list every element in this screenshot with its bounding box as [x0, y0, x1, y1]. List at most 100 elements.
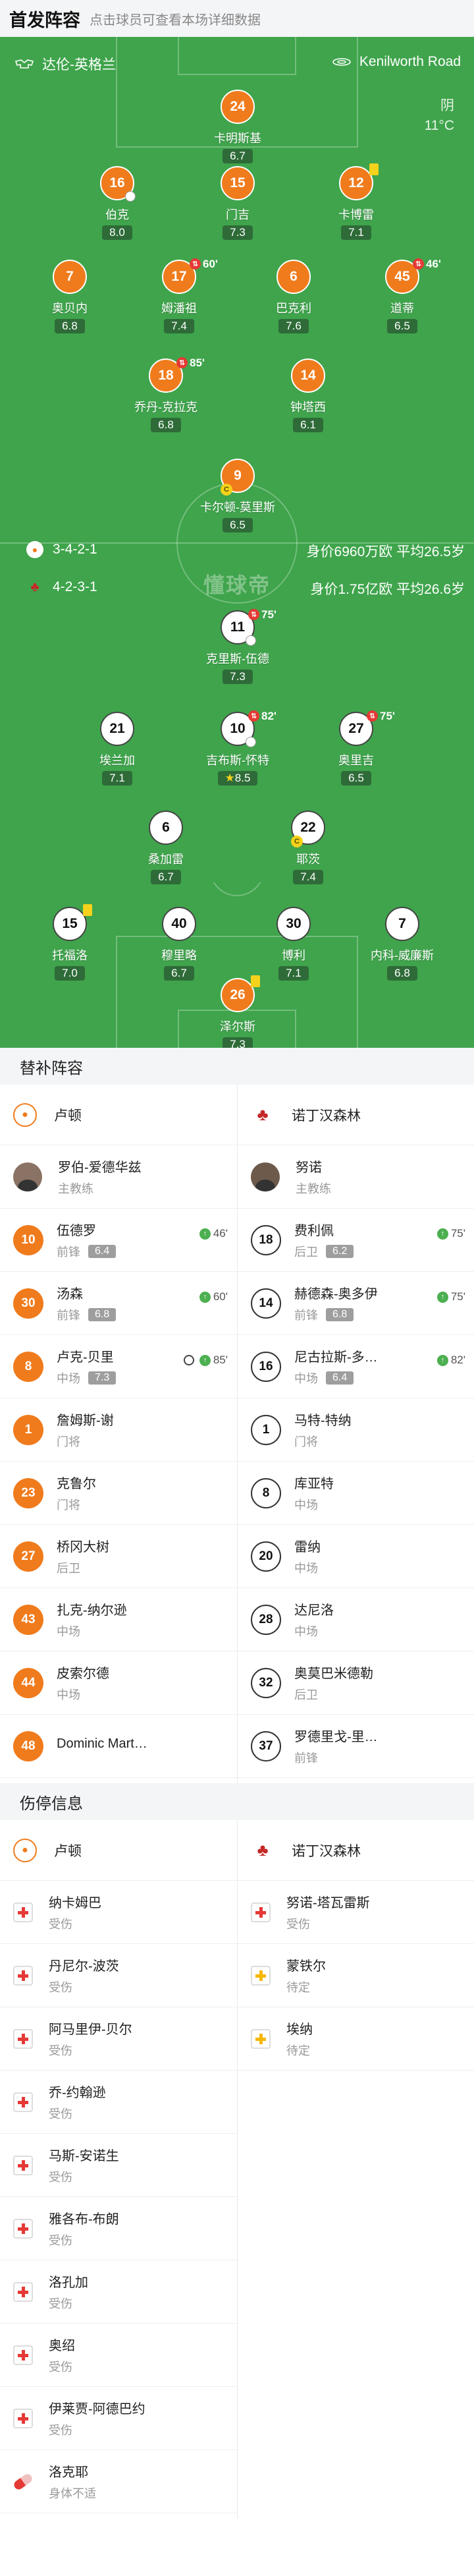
doubtful-icon — [251, 2028, 271, 2049]
away-coach[interactable]: 努诺 主教练 — [238, 1145, 474, 1209]
sub-position: 中场 — [57, 1372, 80, 1385]
home-injuries: ● 卢顿 纳卡姆巴 受伤 丹尼尔-波茨 受伤 阿马里伊-贝尔 受伤 乔-约翰逊 受伤 马斯… — [0, 1820, 237, 2513]
away-injury-1[interactable]: 蒙铁尔 待定 — [238, 1944, 474, 2007]
weather: 阴 11°C — [425, 96, 454, 136]
sub-in-minute: 75' — [450, 1290, 465, 1303]
sub-rating: 7.3 — [88, 1371, 117, 1385]
player-away-6[interactable]: 15 托福洛 7.0 — [14, 904, 126, 981]
home-injury-5[interactable]: 雅各布-布朗 受伤 — [0, 2197, 237, 2260]
sub-in-icon: ↑ — [436, 1228, 448, 1240]
player-away-5[interactable]: 22 C 耶茨 7.4 — [252, 811, 364, 884]
venue-name: Kenilworth Road — [359, 54, 461, 69]
sub-name: 伍德罗 — [57, 1224, 96, 1238]
player-name: 奥里吉 — [338, 754, 374, 767]
ball-icon — [125, 191, 136, 202]
home-injury-0[interactable]: 纳卡姆巴 受伤 — [0, 1881, 237, 1944]
subs-section-title: 替补阵容 — [0, 1048, 474, 1085]
away-sub-8[interactable]: 37 罗德里戈-里… 前锋 — [238, 1715, 474, 1778]
player-home-8[interactable]: 18 ⇅ 85' 乔丹-克拉克 6.8 — [110, 357, 222, 432]
player-home-6[interactable]: 6 巴克利 7.6 — [238, 260, 350, 333]
injury-status: 受伤 — [49, 2424, 72, 2437]
home-injury-6[interactable]: 洛孔加 受伤 — [0, 2260, 237, 2324]
away-sub-3[interactable]: 1 马特-特纳 门将 — [238, 1398, 474, 1462]
injury-name: 阿马里伊-贝尔 — [49, 2022, 132, 2037]
coach-role: 主教练 — [296, 1182, 331, 1195]
home-sub-6[interactable]: 43 扎克-纳尔逊 中场 — [0, 1588, 237, 1651]
home-sub-2[interactable]: 8 卢克-贝里 中场 7.3 ↑ 85' — [0, 1335, 237, 1398]
home-coach[interactable]: 罗伯-爱德华兹 主教练 — [0, 1145, 237, 1209]
injury-status: 受伤 — [49, 2234, 72, 2247]
player-name: 穆里略 — [161, 949, 197, 962]
player-away-3[interactable]: 27 ⇅ 75' 奥里吉 6.5 — [300, 710, 412, 786]
away-crest-icon: ♣ — [30, 579, 40, 594]
sub-name: 桥冈大树 — [57, 1540, 109, 1555]
home-injury-7[interactable]: 奥绍 受伤 — [0, 2324, 237, 2387]
player-rating-value: 8.5 — [234, 772, 251, 784]
sub-name: 卢克-贝里 — [57, 1350, 114, 1365]
sub-position: 前锋 — [294, 1752, 318, 1765]
away-sub-4[interactable]: 8 库亚特 中场 — [238, 1462, 474, 1525]
away-sub-7[interactable]: 32 奥莫巴米德勒 后卫 — [238, 1651, 474, 1715]
away-sub-2[interactable]: 16 尼古拉斯-多… 中场 6.4 ↑ 82' — [238, 1335, 474, 1398]
player-home-4[interactable]: 7 奥贝内 6.8 — [14, 260, 126, 333]
sub-name: 奥莫巴米德勒 — [294, 1667, 373, 1681]
home-sub-4[interactable]: 23 克鲁尔 门将 — [0, 1462, 237, 1525]
away-sub-0[interactable]: 18 费利佩 后卫 6.2 ↑ 75' — [238, 1209, 474, 1272]
player-home-3[interactable]: 12 卡博雷 7.1 — [300, 163, 412, 240]
injury-name: 乔-约翰逊 — [49, 2086, 106, 2100]
sub-off-icon: ⇅ — [413, 258, 424, 270]
player-home-1[interactable]: 16 伯克 8.0 — [61, 166, 173, 240]
player-home-7[interactable]: 45 ⇅ 46' 道蒂 6.5 — [346, 258, 458, 333]
player-away-10[interactable]: 26 泽尔斯 7.3 — [182, 975, 294, 1048]
player-away-0[interactable]: 11 ⇅ 75' 克里斯-伍德 7.3 — [182, 608, 294, 684]
home-injury-1[interactable]: 丹尼尔-波茨 受伤 — [0, 1944, 237, 2007]
injury-name: 纳卡姆巴 — [49, 1896, 101, 1910]
player-away-1[interactable]: 21 埃兰加 7.1 — [61, 712, 173, 786]
away-injury-0[interactable]: 努诺-塔瓦雷斯 受伤 — [238, 1881, 474, 1944]
player-away-2[interactable]: 10 ⇅ 82' 吉布斯-怀特 ★8.5 — [182, 710, 294, 786]
home-injury-8[interactable]: 伊莱贾-阿德巴约 受伤 — [0, 2387, 237, 2450]
player-away-7[interactable]: 40 穆里略 6.7 — [123, 907, 235, 981]
home-sub-5[interactable]: 27 桥冈大树 后卫 — [0, 1525, 237, 1588]
player-away-4[interactable]: 6 桑加雷 6.7 — [110, 811, 222, 884]
sub-number: 28 — [251, 1604, 281, 1635]
home-injury-9[interactable]: 洛克耶 身体不适 — [0, 2450, 237, 2513]
player-home-9[interactable]: 14 钟塔西 6.1 — [252, 358, 364, 432]
player-home-0[interactable]: 24 卡明斯基 6.7 — [182, 90, 294, 163]
away-sub-1[interactable]: 14 赫德森-奥多伊 前锋 6.8 ↑ 75' — [238, 1272, 474, 1335]
sub-number: 23 — [13, 1477, 43, 1508]
player-home-10[interactable]: 9 C 卡尔顿-莫里斯 6.5 — [182, 459, 294, 532]
injury-name: 洛克耶 — [49, 2465, 88, 2480]
home-sub-8[interactable]: 48 Dominic Mart… — [0, 1715, 237, 1778]
home-team-label: 达伦-英格兰 — [14, 54, 116, 74]
player-number: 10 — [230, 721, 246, 736]
player-name: 奥贝内 — [52, 302, 88, 315]
player-home-2[interactable]: 15 门吉 7.3 — [182, 166, 294, 240]
player-number: 30 — [276, 907, 311, 941]
away-sub-5[interactable]: 20 雷纳 中场 — [238, 1525, 474, 1588]
home-crest-icon: ● — [26, 541, 43, 558]
away-injury-2[interactable]: 埃纳 待定 — [238, 2007, 474, 2071]
home-injury-4[interactable]: 马斯-安诺生 受伤 — [0, 2134, 237, 2197]
player-home-5[interactable]: 17 ⇅ 60' 姆潘祖 7.4 — [123, 258, 235, 333]
home-injury-2[interactable]: 阿马里伊-贝尔 受伤 — [0, 2007, 237, 2071]
injury-name: 丹尼尔-波茨 — [49, 1959, 119, 1974]
home-injury-3[interactable]: 乔-约翰逊 受伤 — [0, 2071, 237, 2134]
player-rating: ★8.5 — [217, 771, 258, 786]
sub-position: 门将 — [57, 1435, 80, 1448]
home-injuries-team: ● 卢顿 — [0, 1820, 237, 1881]
home-sub-1[interactable]: 30 汤森 前锋 6.8 ↑ 60' — [0, 1272, 237, 1335]
goal-ball-icon — [183, 1355, 194, 1365]
home-sub-0[interactable]: 10 伍德罗 前锋 6.4 ↑ 46' — [0, 1209, 237, 1272]
home-sub-7[interactable]: 44 皮索尔德 中场 — [0, 1651, 237, 1715]
away-sub-6[interactable]: 28 达尼洛 中场 — [238, 1588, 474, 1651]
shirt-icon — [14, 59, 34, 69]
player-away-9[interactable]: 7 内科-威廉斯 6.8 — [346, 907, 458, 981]
home-sub-3[interactable]: 1 詹姆斯-谢 门将 — [0, 1398, 237, 1462]
player-name: 卡明斯基 — [214, 132, 261, 145]
player-away-8[interactable]: 30 博利 7.1 — [238, 907, 350, 981]
weather-temperature: 11°C — [424, 118, 454, 133]
injury-name: 奥绍 — [49, 2339, 75, 2353]
sub-number: 1 — [13, 1414, 43, 1445]
star-icon: ★ — [224, 772, 235, 784]
